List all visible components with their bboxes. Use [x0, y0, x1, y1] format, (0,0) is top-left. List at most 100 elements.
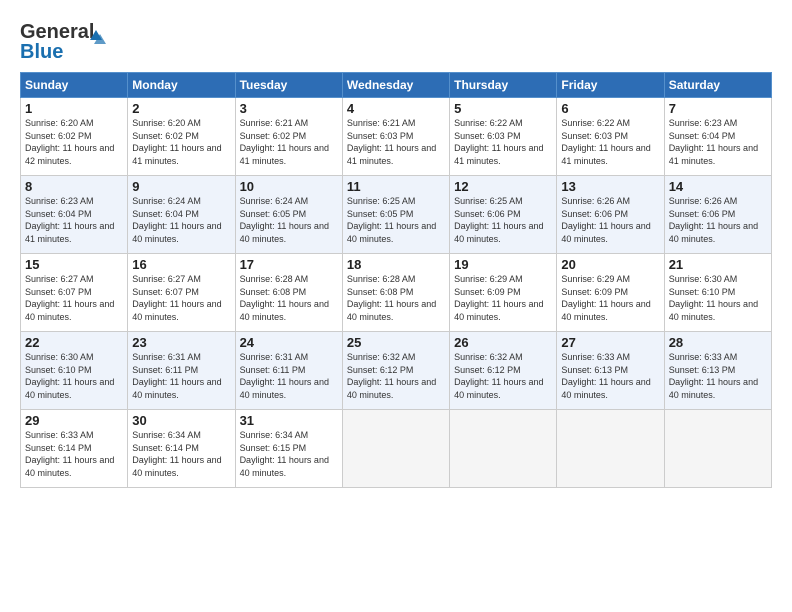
day-info: Sunrise: 6:33 AMSunset: 6:14 PMDaylight:… [25, 430, 114, 478]
calendar-cell: 30 Sunrise: 6:34 AMSunset: 6:14 PMDaylig… [128, 410, 235, 488]
day-number: 29 [25, 413, 123, 428]
calendar-cell: 26 Sunrise: 6:32 AMSunset: 6:12 PMDaylig… [450, 332, 557, 410]
day-info: Sunrise: 6:27 AMSunset: 6:07 PMDaylight:… [132, 274, 221, 322]
day-number: 30 [132, 413, 230, 428]
calendar-cell: 6 Sunrise: 6:22 AMSunset: 6:03 PMDayligh… [557, 98, 664, 176]
day-number: 20 [561, 257, 659, 272]
weekday-header: Wednesday [342, 73, 449, 98]
day-info: Sunrise: 6:32 AMSunset: 6:12 PMDaylight:… [454, 352, 543, 400]
day-info: Sunrise: 6:26 AMSunset: 6:06 PMDaylight:… [561, 196, 650, 244]
calendar-cell: 7 Sunrise: 6:23 AMSunset: 6:04 PMDayligh… [664, 98, 771, 176]
day-info: Sunrise: 6:26 AMSunset: 6:06 PMDaylight:… [669, 196, 758, 244]
day-info: Sunrise: 6:27 AMSunset: 6:07 PMDaylight:… [25, 274, 114, 322]
day-info: Sunrise: 6:30 AMSunset: 6:10 PMDaylight:… [669, 274, 758, 322]
svg-text:Blue: Blue [20, 41, 63, 62]
day-number: 23 [132, 335, 230, 350]
weekday-header: Thursday [450, 73, 557, 98]
day-number: 6 [561, 101, 659, 116]
day-number: 16 [132, 257, 230, 272]
day-info: Sunrise: 6:31 AMSunset: 6:11 PMDaylight:… [132, 352, 221, 400]
day-number: 1 [25, 101, 123, 116]
day-number: 21 [669, 257, 767, 272]
day-number: 2 [132, 101, 230, 116]
day-number: 11 [347, 179, 445, 194]
day-number: 9 [132, 179, 230, 194]
day-number: 5 [454, 101, 552, 116]
day-info: Sunrise: 6:20 AMSunset: 6:02 PMDaylight:… [25, 118, 114, 166]
calendar-cell: 29 Sunrise: 6:33 AMSunset: 6:14 PMDaylig… [21, 410, 128, 488]
day-number: 28 [669, 335, 767, 350]
weekday-header: Monday [128, 73, 235, 98]
day-info: Sunrise: 6:29 AMSunset: 6:09 PMDaylight:… [561, 274, 650, 322]
calendar-cell: 3 Sunrise: 6:21 AMSunset: 6:02 PMDayligh… [235, 98, 342, 176]
calendar-week-row: 8 Sunrise: 6:23 AMSunset: 6:04 PMDayligh… [21, 176, 772, 254]
day-number: 4 [347, 101, 445, 116]
calendar-cell: 2 Sunrise: 6:20 AMSunset: 6:02 PMDayligh… [128, 98, 235, 176]
day-number: 19 [454, 257, 552, 272]
day-number: 26 [454, 335, 552, 350]
weekday-header: Tuesday [235, 73, 342, 98]
day-info: Sunrise: 6:32 AMSunset: 6:12 PMDaylight:… [347, 352, 436, 400]
calendar-cell: 19 Sunrise: 6:29 AMSunset: 6:09 PMDaylig… [450, 254, 557, 332]
logo-svg: General Blue [20, 18, 110, 62]
calendar-cell: 27 Sunrise: 6:33 AMSunset: 6:13 PMDaylig… [557, 332, 664, 410]
day-info: Sunrise: 6:34 AMSunset: 6:14 PMDaylight:… [132, 430, 221, 478]
calendar-cell: 11 Sunrise: 6:25 AMSunset: 6:05 PMDaylig… [342, 176, 449, 254]
day-number: 10 [240, 179, 338, 194]
day-info: Sunrise: 6:34 AMSunset: 6:15 PMDaylight:… [240, 430, 329, 478]
day-info: Sunrise: 6:23 AMSunset: 6:04 PMDaylight:… [25, 196, 114, 244]
calendar-week-row: 22 Sunrise: 6:30 AMSunset: 6:10 PMDaylig… [21, 332, 772, 410]
day-number: 18 [347, 257, 445, 272]
calendar-cell: 8 Sunrise: 6:23 AMSunset: 6:04 PMDayligh… [21, 176, 128, 254]
day-number: 17 [240, 257, 338, 272]
calendar-cell [664, 410, 771, 488]
calendar-cell: 10 Sunrise: 6:24 AMSunset: 6:05 PMDaylig… [235, 176, 342, 254]
calendar-cell: 23 Sunrise: 6:31 AMSunset: 6:11 PMDaylig… [128, 332, 235, 410]
calendar-cell: 20 Sunrise: 6:29 AMSunset: 6:09 PMDaylig… [557, 254, 664, 332]
calendar-cell: 1 Sunrise: 6:20 AMSunset: 6:02 PMDayligh… [21, 98, 128, 176]
calendar-cell [557, 410, 664, 488]
calendar-cell: 5 Sunrise: 6:22 AMSunset: 6:03 PMDayligh… [450, 98, 557, 176]
day-info: Sunrise: 6:23 AMSunset: 6:04 PMDaylight:… [669, 118, 758, 166]
day-number: 13 [561, 179, 659, 194]
day-info: Sunrise: 6:24 AMSunset: 6:04 PMDaylight:… [132, 196, 221, 244]
day-info: Sunrise: 6:21 AMSunset: 6:03 PMDaylight:… [347, 118, 436, 166]
calendar-cell: 4 Sunrise: 6:21 AMSunset: 6:03 PMDayligh… [342, 98, 449, 176]
calendar-cell: 25 Sunrise: 6:32 AMSunset: 6:12 PMDaylig… [342, 332, 449, 410]
calendar-cell: 13 Sunrise: 6:26 AMSunset: 6:06 PMDaylig… [557, 176, 664, 254]
day-number: 22 [25, 335, 123, 350]
day-info: Sunrise: 6:22 AMSunset: 6:03 PMDaylight:… [454, 118, 543, 166]
logo: General Blue [20, 18, 110, 62]
day-info: Sunrise: 6:24 AMSunset: 6:05 PMDaylight:… [240, 196, 329, 244]
calendar-cell: 16 Sunrise: 6:27 AMSunset: 6:07 PMDaylig… [128, 254, 235, 332]
day-info: Sunrise: 6:29 AMSunset: 6:09 PMDaylight:… [454, 274, 543, 322]
day-number: 8 [25, 179, 123, 194]
day-info: Sunrise: 6:28 AMSunset: 6:08 PMDaylight:… [240, 274, 329, 322]
day-info: Sunrise: 6:33 AMSunset: 6:13 PMDaylight:… [669, 352, 758, 400]
calendar-cell: 24 Sunrise: 6:31 AMSunset: 6:11 PMDaylig… [235, 332, 342, 410]
header: General Blue [20, 18, 772, 62]
day-number: 31 [240, 413, 338, 428]
calendar-cell: 12 Sunrise: 6:25 AMSunset: 6:06 PMDaylig… [450, 176, 557, 254]
weekday-header: Friday [557, 73, 664, 98]
day-number: 25 [347, 335, 445, 350]
calendar-cell: 14 Sunrise: 6:26 AMSunset: 6:06 PMDaylig… [664, 176, 771, 254]
calendar-cell [450, 410, 557, 488]
calendar-cell: 15 Sunrise: 6:27 AMSunset: 6:07 PMDaylig… [21, 254, 128, 332]
calendar-cell: 31 Sunrise: 6:34 AMSunset: 6:15 PMDaylig… [235, 410, 342, 488]
day-number: 3 [240, 101, 338, 116]
day-number: 15 [25, 257, 123, 272]
day-number: 7 [669, 101, 767, 116]
day-info: Sunrise: 6:30 AMSunset: 6:10 PMDaylight:… [25, 352, 114, 400]
calendar-week-row: 29 Sunrise: 6:33 AMSunset: 6:14 PMDaylig… [21, 410, 772, 488]
svg-text:General: General [20, 21, 94, 43]
day-number: 24 [240, 335, 338, 350]
day-info: Sunrise: 6:25 AMSunset: 6:05 PMDaylight:… [347, 196, 436, 244]
calendar-cell: 22 Sunrise: 6:30 AMSunset: 6:10 PMDaylig… [21, 332, 128, 410]
day-info: Sunrise: 6:20 AMSunset: 6:02 PMDaylight:… [132, 118, 221, 166]
calendar-cell: 9 Sunrise: 6:24 AMSunset: 6:04 PMDayligh… [128, 176, 235, 254]
calendar-week-row: 1 Sunrise: 6:20 AMSunset: 6:02 PMDayligh… [21, 98, 772, 176]
day-info: Sunrise: 6:28 AMSunset: 6:08 PMDaylight:… [347, 274, 436, 322]
day-info: Sunrise: 6:33 AMSunset: 6:13 PMDaylight:… [561, 352, 650, 400]
weekday-header: Saturday [664, 73, 771, 98]
